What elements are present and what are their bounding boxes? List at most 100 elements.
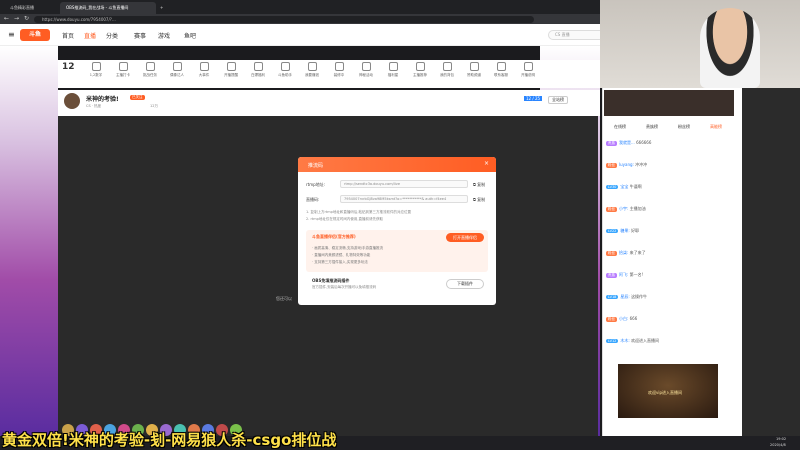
chat-text: 666 — [629, 316, 638, 321]
browser-tab-active[interactable]: OBS推流码_我在战场 - 斗鱼直播间 — [60, 2, 156, 14]
chat-username[interactable]: 小宇: — [619, 206, 628, 211]
feature-item[interactable]: 装修中 — [327, 62, 351, 78]
feature-icon — [91, 62, 101, 71]
stream-title: 米神的考验! — [86, 96, 119, 103]
rank-button[interactable]: 全站榜 — [548, 96, 568, 104]
chat-message: 粉丝 拾柒: 来了来了 — [606, 250, 736, 256]
menu-icon[interactable]: ≡ — [8, 30, 15, 39]
feature-item[interactable]: 斗鱼助手 — [273, 62, 297, 78]
nav-category[interactable]: 分类 — [106, 31, 118, 40]
rtmp-field[interactable]: rtmp://sendtc3a.douyu.com/live — [340, 180, 468, 188]
feature-item[interactable]: 白嫖福利 — [246, 62, 270, 78]
feature-item[interactable]: 我的背包 — [435, 62, 459, 78]
follow-tag[interactable]: 已关注 — [130, 95, 145, 100]
feature-item[interactable]: 开播说明 — [516, 62, 540, 78]
obs-plugin-desc: 官方插件,安装后每次开播可以免填推流码 — [312, 285, 377, 289]
feature-label: 福利星 — [387, 73, 399, 77]
streamer-avatar[interactable] — [64, 93, 80, 109]
chat-text: 欢迎进入直播间 — [631, 338, 660, 343]
chat-text: 好耶 — [631, 228, 640, 233]
feature-label: 大事件 — [198, 73, 210, 77]
download-plugin-button[interactable]: 下载插件 — [446, 279, 484, 289]
copy-key-button[interactable]: ⧉ 复制 — [473, 197, 485, 203]
chat-tab-hot[interactable]: 高能榜 — [710, 124, 722, 130]
promo-title: 斗鱼直播伴侣(官方推荐) — [312, 234, 356, 239]
chat-message: LV22 糖果: 好耶 — [606, 228, 736, 234]
chat-username[interactable]: 小白: — [619, 316, 628, 321]
feature-item[interactable]: 联系客服 — [489, 62, 513, 78]
feature-item[interactable]: 主播打卡 — [111, 62, 135, 78]
clock-date: 2020/4/8 — [770, 443, 786, 447]
room-header — [58, 90, 600, 116]
key-label: 直播码: — [306, 197, 320, 202]
feature-label: 神秘活动 — [359, 73, 373, 77]
feature-label: 1,2数字 — [89, 73, 103, 77]
feature-label: 白嫖福利 — [251, 73, 265, 77]
copy-icon: ⧉ — [473, 182, 476, 187]
feature-item[interactable]: 挑战任务 — [138, 62, 162, 78]
forward-icon[interactable]: → — [14, 15, 19, 23]
chat-tab-noble[interactable]: 贵族榜 — [646, 124, 658, 130]
browser-tab[interactable]: 斗鱼精彩直播 — [4, 2, 58, 14]
feature-item[interactable]: 1,2数字 — [84, 62, 108, 78]
feature-label: 联系客服 — [494, 73, 508, 77]
user-badge: LV12 — [606, 339, 619, 343]
user-badge: LV22 — [606, 229, 619, 233]
hot-count: 12万 — [150, 104, 158, 108]
chat-username[interactable]: luyang: — [619, 162, 634, 167]
fans-count[interactable]: 12 / 25 — [524, 96, 543, 101]
feature-item[interactable]: 主播推荐 — [408, 62, 432, 78]
nav-games[interactable]: 游戏 — [158, 31, 170, 40]
copy-rtmp-button[interactable]: ⧉ 复制 — [473, 182, 485, 188]
nav-home[interactable]: 首页 — [62, 31, 74, 40]
copy-rtmp-label: 复制 — [477, 182, 486, 187]
reload-icon[interactable]: ↻ — [24, 15, 29, 23]
chat-username[interactable]: 拾柒: — [619, 250, 628, 255]
new-tab-icon[interactable]: + — [160, 2, 170, 14]
feature-item[interactable]: 大事件 — [192, 62, 216, 78]
nav-fishbar[interactable]: 鱼吧 — [184, 31, 196, 40]
chat-ad-banner[interactable] — [604, 90, 734, 116]
feature-item[interactable]: 偶像达人 — [165, 62, 189, 78]
chat-tab-online[interactable]: 在线榜 — [614, 124, 626, 130]
open-companion-button[interactable]: 打开直播伴侣 — [446, 233, 484, 242]
chat-text: 这操作牛 — [631, 294, 648, 299]
chat-message: 贵族 我就是... 666666 — [606, 140, 736, 146]
chat-username[interactable]: 我就是... — [619, 140, 635, 145]
chat-text: 666666 — [636, 140, 652, 145]
close-icon[interactable]: × — [484, 160, 489, 167]
feature-item[interactable]: 赞助频道 — [462, 62, 486, 78]
chat-tab-fans[interactable]: 粉丝榜 — [678, 124, 690, 130]
chat-username[interactable]: 宝宝 — [620, 184, 628, 189]
chat-username[interactable]: 阿飞: — [619, 272, 628, 277]
feature-item[interactable]: 开播提醒 — [219, 62, 243, 78]
feature-icon — [442, 62, 452, 71]
chat-username[interactable]: 木木: — [620, 338, 629, 343]
feature-icon — [523, 62, 533, 71]
chat-username[interactable]: 星辰: — [620, 294, 629, 299]
feature-icon — [388, 62, 398, 71]
back-icon[interactable]: ← — [4, 15, 9, 23]
clock-time: 19:02 — [776, 437, 787, 441]
feature-item[interactable]: 我要赚钱 — [300, 62, 324, 78]
promo-line: · 画质高清、稳定流畅,支持游戏/手游直播推流 — [312, 246, 384, 250]
key-field[interactable]: 7954007rvrbGJ8va98M5ksmt?o=***********& … — [340, 195, 468, 203]
user-badge: 粉丝 — [606, 251, 617, 256]
feature-label: 斗鱼助手 — [278, 73, 292, 77]
vip-welcome-text: 欢迎vip进入直播间 — [648, 390, 683, 395]
chat-message: 粉丝 luyang: 冲冲冲 — [606, 162, 736, 168]
chat-message: LV30 宝宝 牛逼啊 — [606, 184, 736, 190]
chat-message: LV18 星辰: 这操作牛 — [606, 294, 736, 300]
feature-item[interactable]: 神秘活动 — [354, 62, 378, 78]
feature-icon — [172, 62, 182, 71]
feature-label: 偶像达人 — [170, 73, 184, 77]
url-field[interactable]: https://www.douyu.com/7954007/?... — [34, 15, 534, 23]
feature-item[interactable]: 福利星 — [381, 62, 405, 78]
right-margin — [742, 88, 800, 450]
promo-line: · 直播间内美颜滤镜、礼物特效等功能 — [312, 253, 371, 257]
nav-events[interactable]: 赛事 — [134, 31, 146, 40]
nav-live[interactable]: 直播 — [84, 31, 96, 40]
chat-username[interactable]: 糖果: — [620, 228, 629, 233]
douyu-logo[interactable]: 斗鱼 — [20, 29, 50, 41]
feature-icon — [226, 62, 236, 71]
